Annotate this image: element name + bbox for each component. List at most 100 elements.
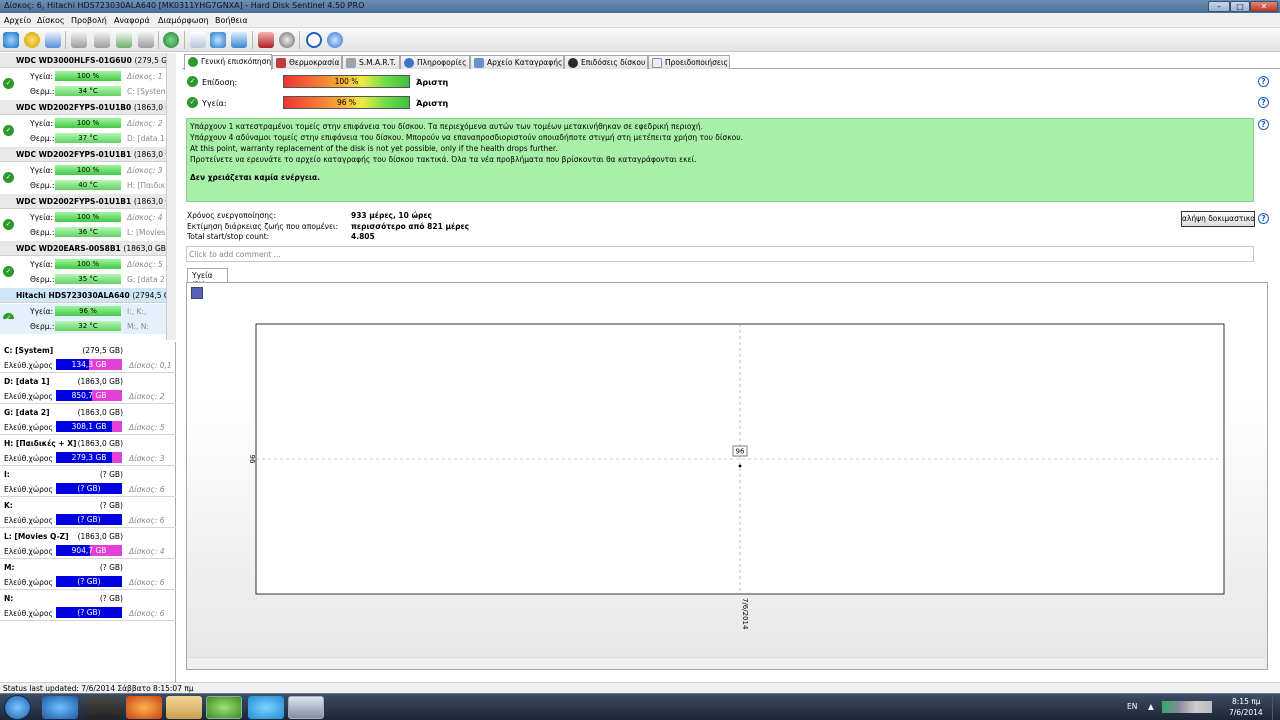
refresh-icon[interactable] xyxy=(3,32,19,48)
volume-entry[interactable]: G: [data 2] (1863,0 GB) Ελεύθ.χώρος 308,… xyxy=(0,404,176,435)
clock-time[interactable]: 8:15 πμ xyxy=(1232,697,1261,706)
volume-entry[interactable]: M: (? GB) Ελεύθ.χώρος (? GB) Δίσκος: 6 xyxy=(0,559,176,590)
skype-icon[interactable] xyxy=(248,696,284,719)
disk-size: (2794,5 GB) xyxy=(132,291,166,300)
disk-header[interactable]: WDC WD20EARS-00S8B1 (1863,0 GB) xyxy=(0,241,166,256)
help-icon[interactable]: ? xyxy=(1258,97,1269,108)
disk-volumes: D: [data 1] xyxy=(127,134,165,143)
info-line: At this point, warranty replacement of t… xyxy=(190,144,558,153)
language-indicator[interactable]: EN xyxy=(1127,702,1137,711)
disk-number: Δίσκος: 5 xyxy=(127,260,163,269)
chart-scrollbar[interactable] xyxy=(187,657,1265,669)
disk-list-scrollbar[interactable] xyxy=(166,53,176,340)
ok-check-icon xyxy=(188,57,198,67)
report-icon[interactable] xyxy=(45,32,61,48)
free-space-value: (? GB) xyxy=(77,515,101,524)
menu-configuration[interactable]: Διαμόρφωση xyxy=(158,16,209,25)
disk-test-icon[interactable] xyxy=(71,32,87,48)
menu-file[interactable]: Αρχείο xyxy=(4,16,31,25)
refresh-test-button[interactable]: αλήψη δοκιμαστικο xyxy=(1181,211,1255,227)
explorer-icon[interactable] xyxy=(86,696,122,719)
volume-entry[interactable]: K: (? GB) Ελεύθ.χώρος (? GB) Δίσκος: 6 xyxy=(0,497,176,528)
tab-alerts[interactable]: Προειδοποιήσεις xyxy=(648,55,730,69)
help-icon[interactable]: ? xyxy=(1258,213,1269,224)
save-icon[interactable] xyxy=(191,287,203,299)
volume-name: I: xyxy=(4,470,10,479)
tab-information[interactable]: Πληροφορίες xyxy=(400,55,470,69)
tab-temperature[interactable]: Θερμοκρασία xyxy=(272,55,342,69)
toolbar-separator xyxy=(299,31,300,49)
tray-icons[interactable] xyxy=(1162,701,1212,713)
tab-label: Προειδοποιήσεις xyxy=(665,58,728,67)
disk-test-4-icon[interactable] xyxy=(138,32,154,48)
tab-label: Θερμοκρασία xyxy=(289,58,340,67)
performance-icon xyxy=(568,58,578,68)
help-icon[interactable]: ? xyxy=(1258,76,1269,87)
disk-header[interactable]: WDC WD2002FYPS-01U1B1 (1863,0 GB) xyxy=(0,147,166,162)
disk-size: (1863,0 GB) xyxy=(123,244,166,253)
menu-help[interactable]: Βοήθεια xyxy=(215,16,248,25)
volume-size: (1863,0 GB) xyxy=(77,532,123,541)
tab-smart[interactable]: S.M.A.R.T. xyxy=(342,55,400,69)
menu-report[interactable]: Αναφορά xyxy=(114,16,150,25)
disk-entry-selected[interactable]: Hitachi HDS723030ALA640 (2794,5 GB) ✓ Υγ… xyxy=(0,288,166,335)
disk-header[interactable]: WDC WD3000HLFS-01G6U0 (279,5 GB) xyxy=(0,53,166,68)
free-space-bar: (? GB) xyxy=(56,514,122,525)
info-icon[interactable] xyxy=(327,32,343,48)
free-space-label: Ελεύθ.χώρος xyxy=(4,516,53,525)
clock-date[interactable]: 7/6/2014 xyxy=(1229,708,1263,717)
disk-entry[interactable]: WDC WD2002FYPS-01U1B1 (1863,0 GB) ✓ Υγεί… xyxy=(0,147,166,194)
disk-entry[interactable]: WDC WD2002FYPS-01U1B0 (1863,0 GB) ✓ Υγεί… xyxy=(0,100,166,147)
comment-input[interactable]: Click to add comment ... xyxy=(186,246,1254,262)
show-desktop-button[interactable] xyxy=(1272,695,1279,720)
volume-entry[interactable]: I: (? GB) Ελεύθ.χώρος (? GB) Δίσκος: 6 xyxy=(0,466,176,497)
temp-label: Θερμ.: xyxy=(30,87,55,96)
temp-label: Θερμ.: xyxy=(30,322,55,331)
tab-performance[interactable]: Επιδόσεις δίσκου xyxy=(564,55,648,69)
volume-entry[interactable]: C: [System] (279,5 GB) Ελεύθ.χώρος 134,3… xyxy=(0,342,176,373)
help-icon[interactable]: ? xyxy=(1258,119,1269,130)
volume-entry[interactable]: H: [Παιδικές + Χ] (1863,0 GB) Ελεύθ.χώρο… xyxy=(0,435,176,466)
web-icon[interactable] xyxy=(163,32,179,48)
firefox-icon[interactable] xyxy=(126,696,162,719)
settings-icon[interactable] xyxy=(279,32,295,48)
tab-log[interactable]: Αρχείο Καταγραφής xyxy=(470,55,564,69)
toolbar-separator xyxy=(158,31,159,49)
health-label: Υγεία: xyxy=(30,307,54,316)
title-bar: Δίσκος: 6, Hitachi HDS723030ALA640 [MK03… xyxy=(0,0,1280,13)
disk-header[interactable]: Hitachi HDS723030ALA640 (2794,5 GB) xyxy=(0,288,166,303)
main-tabs: Γενική επισκόπηση Θερμοκρασία S.M.A.R.T.… xyxy=(182,54,1280,70)
volume-size: (? GB) xyxy=(99,501,123,510)
menu-disk[interactable]: Δίσκος xyxy=(37,16,65,25)
warning-icon[interactable] xyxy=(24,32,40,48)
menu-view[interactable]: Προβολή xyxy=(71,16,107,25)
refresh-2-icon[interactable] xyxy=(210,32,226,48)
export-icon[interactable] xyxy=(190,32,206,48)
maximize-button[interactable]: □ xyxy=(1230,1,1250,12)
tab-overview[interactable]: Γενική επισκόπηση xyxy=(184,54,272,70)
volume-entry[interactable]: L: [Movies Q-Z] (1863,0 GB) Ελεύθ.χώρος … xyxy=(0,528,176,559)
volume-entry[interactable]: N: (? GB) Ελεύθ.χώρος (? GB) Δίσκος: 6 xyxy=(0,590,176,621)
volume-entry[interactable]: D: [data 1] (1863,0 GB) Ελεύθ.χώρος 850,… xyxy=(0,373,176,404)
disk-header[interactable]: WDC WD2002FYPS-01U1B1 (1863,0 GB) xyxy=(0,194,166,209)
hdsentinel-icon[interactable] xyxy=(288,696,324,719)
tray-expand-icon[interactable]: ▲ xyxy=(1148,702,1154,711)
send-icon[interactable] xyxy=(231,32,247,48)
health-label: Υγεία: xyxy=(30,119,54,128)
folder-icon[interactable] xyxy=(166,696,202,719)
utorrent-icon[interactable] xyxy=(206,696,242,719)
power-on-value: 933 μέρες, 10 ώρες xyxy=(351,211,432,220)
disk-test-3-icon[interactable] xyxy=(116,32,132,48)
close-button[interactable]: ✕ xyxy=(1250,1,1278,12)
disk-test-2-icon[interactable] xyxy=(94,32,110,48)
disk-header[interactable]: WDC WD2002FYPS-01U1B0 (1863,0 GB) xyxy=(0,100,166,115)
start-button[interactable] xyxy=(4,695,31,720)
minimize-button[interactable]: – xyxy=(1208,1,1230,12)
help-icon[interactable] xyxy=(306,32,322,48)
tab-health-chart[interactable]: Υγεία (%) xyxy=(187,268,228,289)
disk-entry[interactable]: WDC WD2002FYPS-01U1B1 (1863,0 GB) ✓ Υγεί… xyxy=(0,194,166,241)
disk-temp-row: Θερμ.: 36 °C L: [Movies xyxy=(0,225,166,240)
disk-entry[interactable]: WDC WD20EARS-00S8B1 (1863,0 GB) ✓ Υγεία:… xyxy=(0,241,166,288)
performance-icon[interactable] xyxy=(258,32,274,48)
ie-icon[interactable] xyxy=(42,696,78,719)
